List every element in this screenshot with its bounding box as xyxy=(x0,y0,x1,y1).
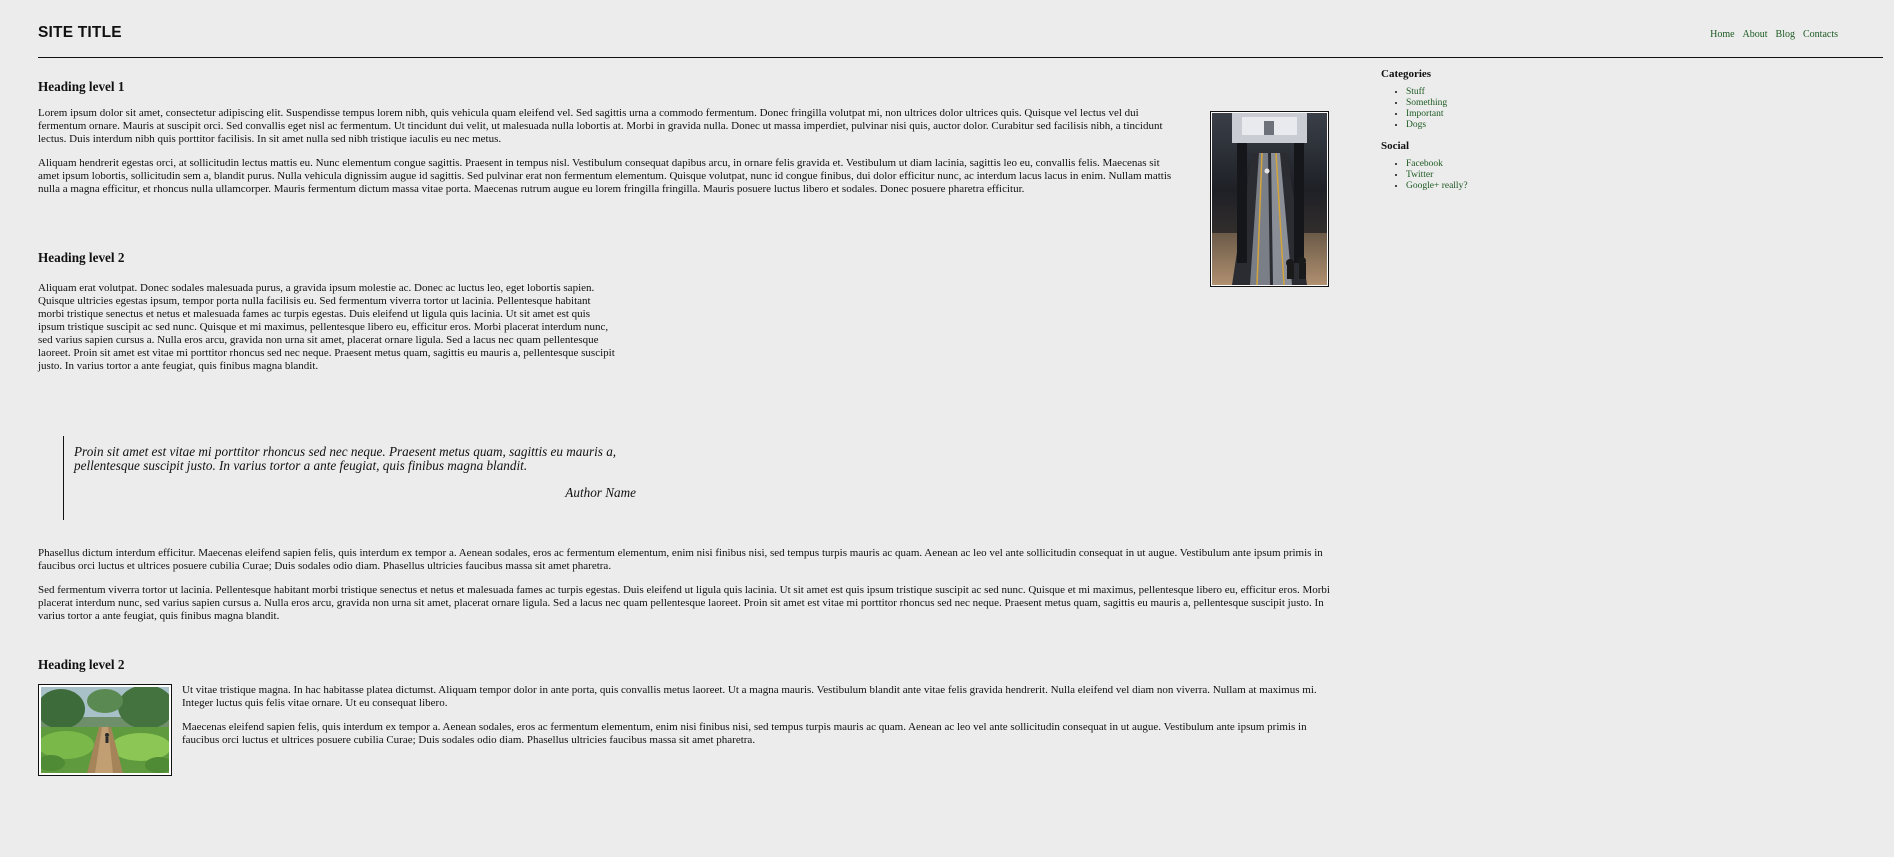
site-title[interactable]: SITE TITLE xyxy=(38,24,122,42)
category-link-important[interactable]: Important xyxy=(1406,109,1443,119)
nav-link-contacts[interactable]: Contacts xyxy=(1803,29,1838,40)
garden-path-photo xyxy=(37,684,174,776)
paragraph: Phasellus dictum interdum efficitur. Mae… xyxy=(38,547,1323,572)
social-link-facebook[interactable]: Facebook xyxy=(1406,159,1443,169)
paragraph: Aliquam hendrerit egestas orci, at solli… xyxy=(38,157,1172,195)
quote-author: Author Name xyxy=(565,485,636,500)
list-item: Twitter xyxy=(1406,170,1781,181)
list-item: Stuff xyxy=(1406,87,1781,98)
social-link-google-plus[interactable]: Google+ really? xyxy=(1406,181,1468,191)
nav-link-home[interactable]: Home xyxy=(1710,29,1734,40)
escalator-image xyxy=(1212,113,1327,286)
section-heading-level-2-second: Heading level 2 Ut vitae tristique magna… xyxy=(37,657,1330,776)
heading-level-2: Heading level 2 xyxy=(38,657,125,672)
paragraph: Sed fermentum viverra tortor ut lacinia.… xyxy=(38,584,1330,622)
paragraph: Maecenas eleifend sapien felis, quis int… xyxy=(182,721,1307,746)
heading-level-2: Heading level 2 xyxy=(38,250,125,265)
paragraph: Aliquam erat volutpat. Donec sodales mal… xyxy=(38,282,615,372)
sidebar: Categories Stuff Something Important Dog… xyxy=(1381,67,1781,200)
nav-link-about[interactable]: About xyxy=(1743,29,1768,40)
paragraph: Ut vitae tristique magna. In hac habitas… xyxy=(182,684,1317,709)
list-item: Something xyxy=(1406,98,1781,109)
list-item: Dogs xyxy=(1406,120,1781,131)
categories-list: Stuff Something Important Dogs xyxy=(1381,87,1781,131)
category-link-dogs[interactable]: Dogs xyxy=(1406,120,1426,130)
garden-path-image xyxy=(37,685,174,773)
quote-text: Proin sit amet est vitae mi porttitor rh… xyxy=(74,444,617,473)
list-item: Facebook xyxy=(1406,159,1781,170)
list-item: Important xyxy=(1406,109,1781,120)
section-heading-level-2: Heading level 2 Aliquam erat volutpat. D… xyxy=(38,250,618,373)
escalator-photo xyxy=(1210,111,1329,287)
section-continued: Phasellus dictum interdum efficitur. Mae… xyxy=(38,547,1330,623)
header-divider xyxy=(38,57,1883,58)
main-nav: Home About Blog Contacts xyxy=(1710,29,1838,40)
page: SITE TITLE Home About Blog Contacts Head… xyxy=(0,0,1894,857)
categories-heading: Categories xyxy=(1381,68,1432,80)
social-list: Facebook Twitter Google+ really? xyxy=(1381,159,1781,192)
section-text: Ut vitae tristique magna. In hac habitas… xyxy=(182,684,1330,747)
social-heading: Social xyxy=(1381,140,1410,152)
heading-level-1: Heading level 1 xyxy=(38,79,125,94)
paragraph: Lorem ipsum dolor sit amet, consectetur … xyxy=(38,107,1163,145)
category-link-stuff[interactable]: Stuff xyxy=(1406,87,1425,97)
blockquote: Proin sit amet est vitae mi porttitor rh… xyxy=(63,436,636,520)
category-link-something[interactable]: Something xyxy=(1406,98,1447,108)
list-item: Google+ really? xyxy=(1406,181,1781,192)
section-heading-level-1: Heading level 1 Lorem ipsum dolor sit am… xyxy=(38,79,1183,196)
social-link-twitter[interactable]: Twitter xyxy=(1406,170,1433,180)
nav-link-blog[interactable]: Blog xyxy=(1776,29,1795,40)
